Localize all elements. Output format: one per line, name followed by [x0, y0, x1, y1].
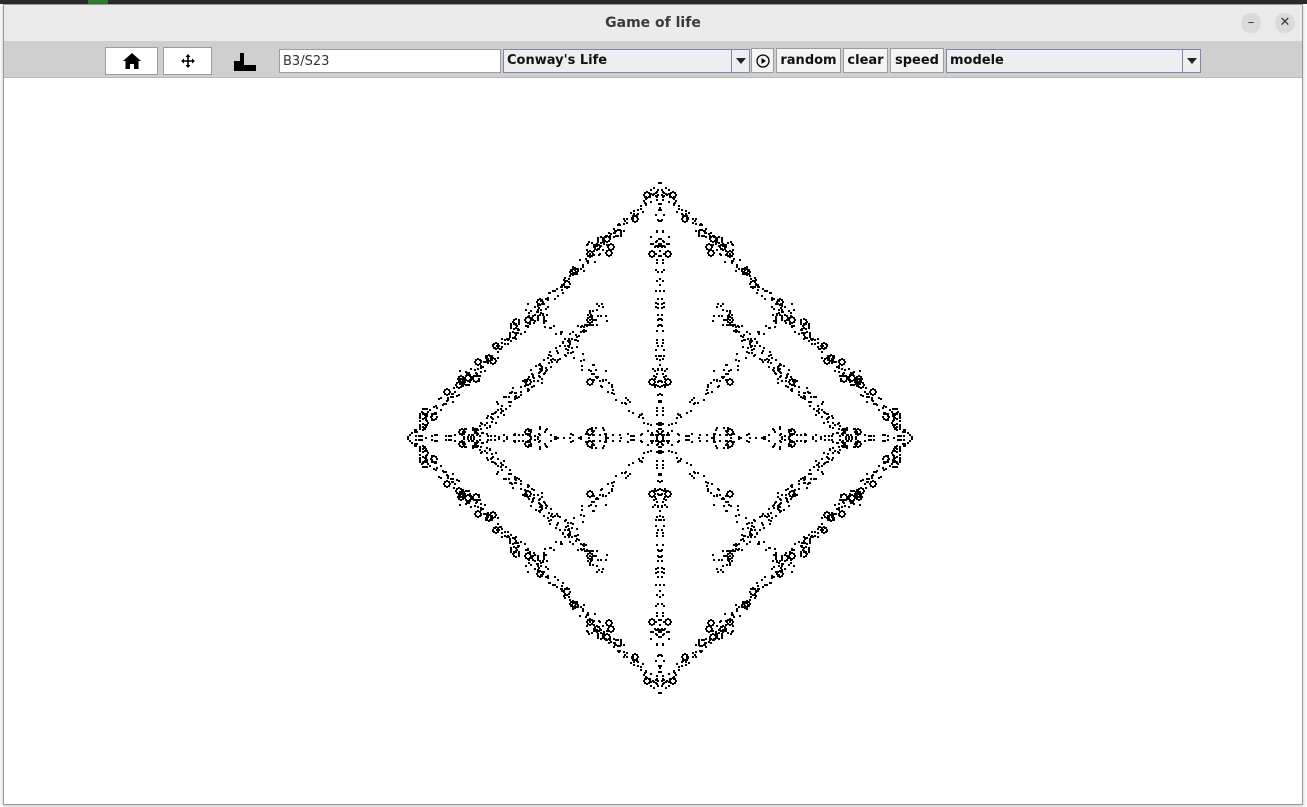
cell-grid[interactable] — [4, 78, 1302, 804]
chevron-down-icon[interactable] — [731, 50, 749, 72]
life-board[interactable] — [4, 78, 1302, 804]
minimize-button[interactable]: – — [1241, 13, 1261, 33]
game-of-life-window: Game of life – ✕ Conway's — [3, 4, 1303, 805]
random-button[interactable]: random — [776, 48, 841, 73]
speed-button[interactable]: speed — [890, 48, 944, 73]
step-icon — [234, 53, 256, 71]
title-bar: Game of life – ✕ — [4, 5, 1302, 42]
chevron-down-icon[interactable] — [1182, 50, 1200, 72]
model-select[interactable]: modele — [946, 49, 1201, 73]
move-arrows-icon — [180, 54, 195, 68]
run-button[interactable] — [751, 48, 774, 73]
close-icon: ✕ — [1279, 15, 1291, 30]
rule-input[interactable] — [279, 49, 501, 73]
home-button[interactable] — [105, 47, 158, 75]
move-button[interactable] — [163, 47, 212, 75]
window-title: Game of life — [605, 15, 701, 31]
close-button[interactable]: ✕ — [1275, 13, 1295, 33]
step-button[interactable] — [234, 51, 256, 73]
toolbar: Conway's Life random clear speed modele — [4, 41, 1302, 78]
home-icon — [122, 53, 141, 69]
model-value: modele — [950, 53, 1004, 68]
rule-preset-value: Conway's Life — [507, 53, 608, 68]
rule-preset-select[interactable]: Conway's Life — [503, 49, 750, 73]
clear-button[interactable]: clear — [843, 48, 888, 73]
minimize-icon: – — [1247, 15, 1255, 30]
play-circle-icon — [755, 53, 770, 68]
